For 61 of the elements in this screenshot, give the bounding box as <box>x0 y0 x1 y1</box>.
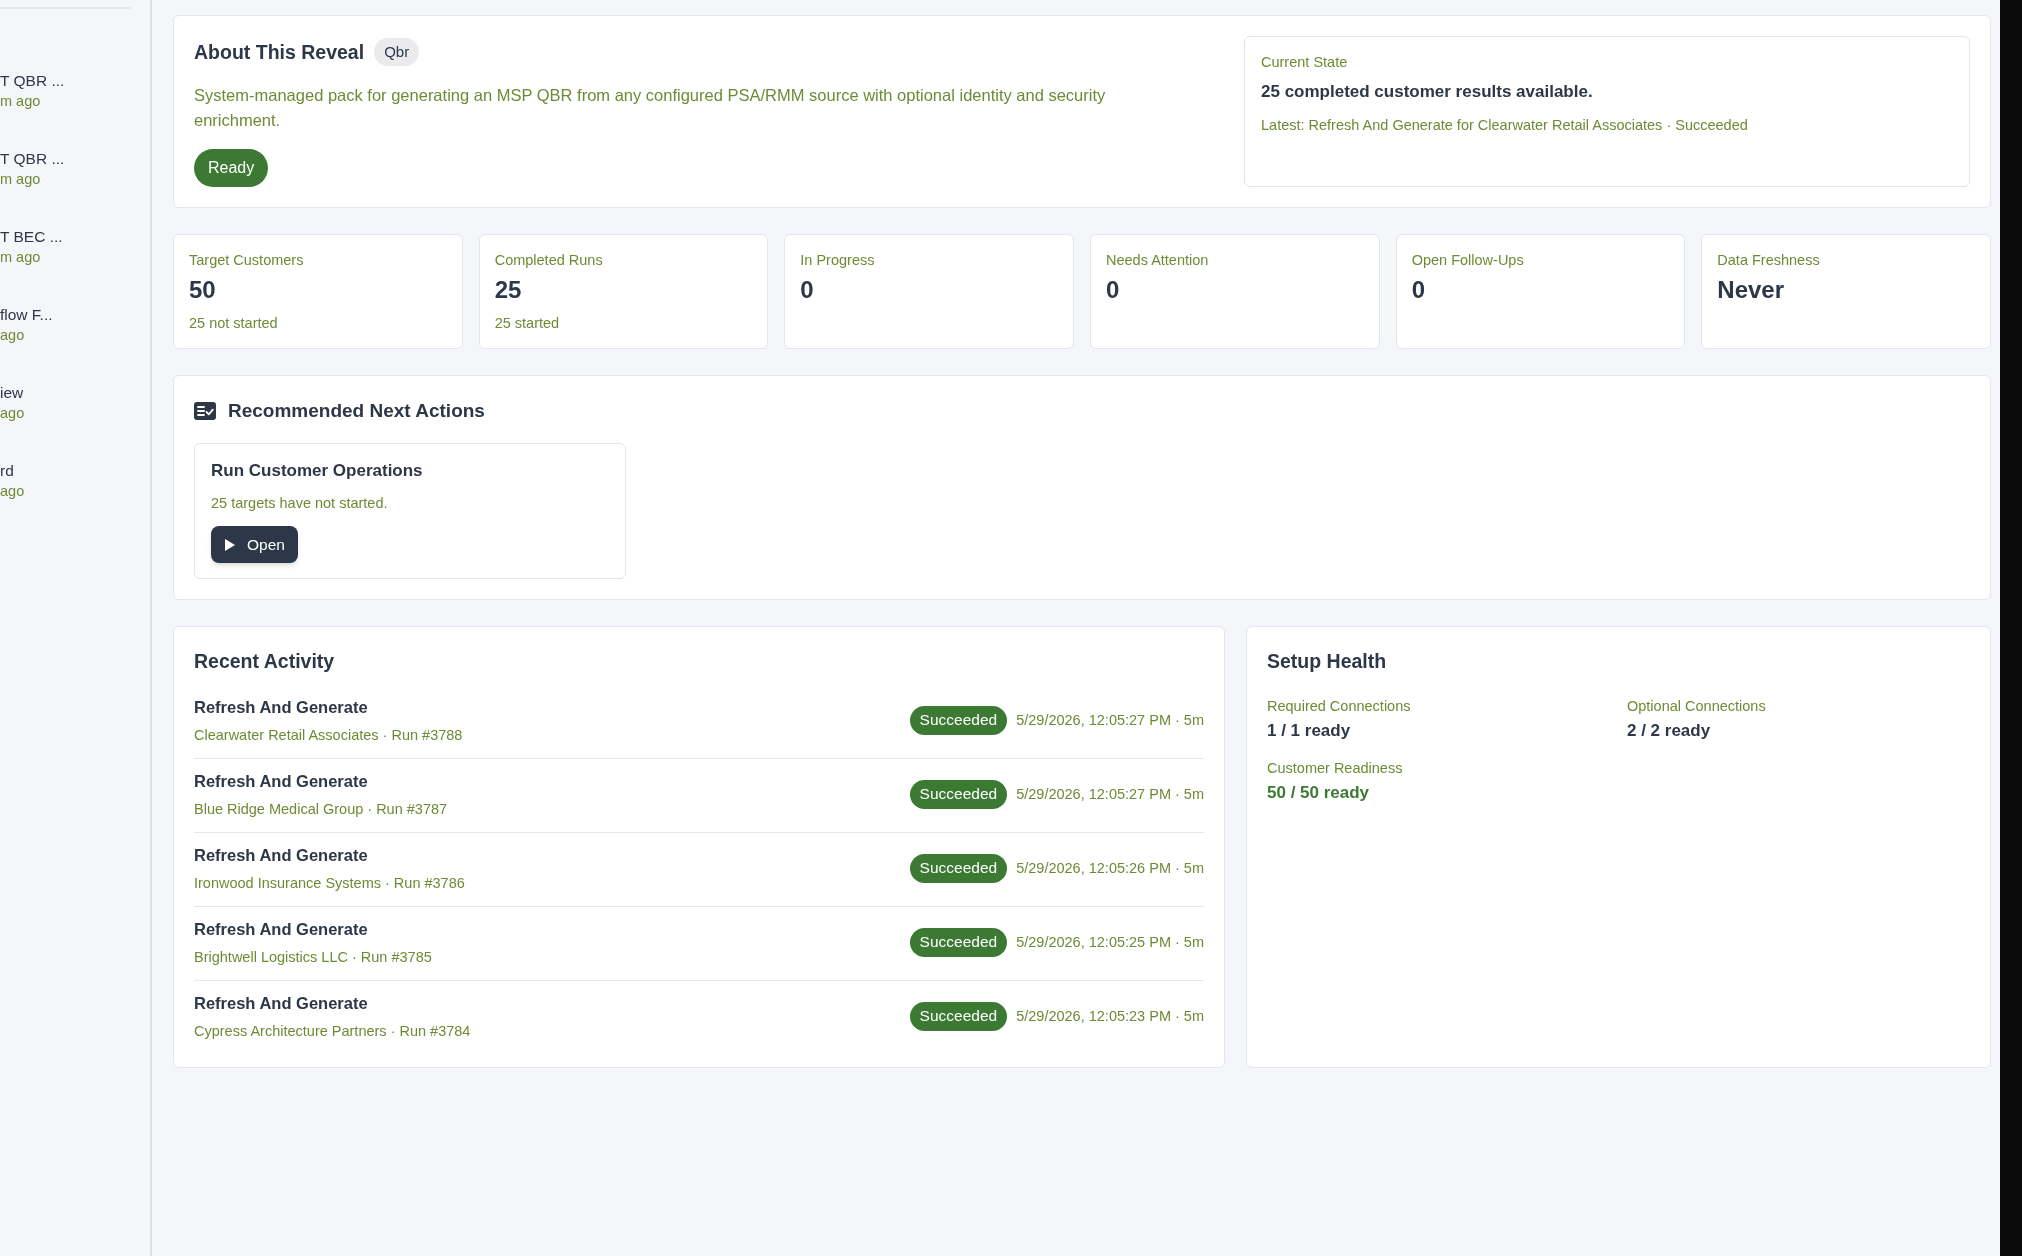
stat-value: 0 <box>1106 275 1121 305</box>
activity-timestamp: 5/29/2026, 12:05:27 PM · 5m <box>1016 785 1204 804</box>
activity-timestamp: 5/29/2026, 12:05:25 PM · 5m <box>1016 933 1204 952</box>
stat-value: 0 <box>800 275 815 305</box>
activity-title: Refresh And Generate <box>194 771 369 792</box>
stat-label: In Progress <box>800 251 876 270</box>
status-badge: Succeeded <box>909 779 1008 809</box>
sidebar-item[interactable]: rd ago <box>0 461 150 501</box>
status-badge: Succeeded <box>909 927 1008 957</box>
activity-title: Refresh And Generate <box>194 697 369 718</box>
latest-run-text: Latest: Refresh And Generate for Clearwater Retail Associates · Succeeded <box>1261 116 1749 135</box>
metric-value: 2 / 2 ready <box>1627 720 1712 742</box>
stat-value: 25 <box>494 275 523 305</box>
action-title: Run Customer Operations <box>211 460 424 482</box>
description-text: System-managed pack for generating an MSP QBR from any configured PSA/RMM source with optional identity and security enrichment. <box>194 85 1107 131</box>
sidebar-item[interactable]: T BEC ... m ago <box>0 227 150 267</box>
status-badge: Succeeded <box>909 1001 1008 1031</box>
status-badge: Ready <box>194 149 269 187</box>
activity-subtitle: Clearwater Retail Associates · Run #3788 <box>194 726 463 745</box>
section-title: Recent Activity <box>194 649 336 674</box>
state-headline: 25 completed customer results available. <box>1261 81 1594 103</box>
metric-value: 1 / 1 ready <box>1267 720 1352 742</box>
stat-label: Open Follow-Ups <box>1411 251 1525 270</box>
section-title: Setup Health <box>1267 649 1388 674</box>
open-button[interactable]: Open <box>211 526 298 563</box>
sidebar-item[interactable]: iew ago <box>0 383 150 423</box>
stat-value: Never <box>1717 275 1786 305</box>
activity-timestamp: 5/29/2026, 12:05:27 PM · 5m <box>1016 711 1204 730</box>
activity-title: Refresh And Generate <box>194 919 369 940</box>
stat-label: Data Freshness <box>1717 251 1821 270</box>
stat-value: 50 <box>189 275 217 305</box>
activity-subtitle: Blue Ridge Medical Group · Run #3787 <box>194 800 448 819</box>
activity-subtitle: Ironwood Insurance Systems · Run #3786 <box>194 874 465 893</box>
metric-label: Optional Connections <box>1627 697 1767 716</box>
action-description: 25 targets have not started. <box>211 494 389 513</box>
sidebar-item[interactable]: T QBR ... m ago <box>0 149 150 189</box>
activity-timestamp: 5/29/2026, 12:05:26 PM · 5m <box>1016 859 1204 878</box>
stat-value: 0 <box>1411 275 1426 305</box>
checklist-icon <box>194 402 216 420</box>
metric-value: 50 / 50 ready <box>1267 782 1371 804</box>
status-badge: Succeeded <box>909 705 1008 735</box>
tag-badge: Qbr <box>374 38 420 66</box>
activity-title: Refresh And Generate <box>194 845 369 866</box>
activity-timestamp: 5/29/2026, 12:05:23 PM · 5m <box>1016 1007 1204 1026</box>
sidebar-item[interactable]: flow F... ago <box>0 305 150 345</box>
stat-detail: 25 started <box>494 314 561 333</box>
section-title: Recommended Next Actions <box>228 399 485 423</box>
status-badge: Succeeded <box>909 853 1008 883</box>
activity-subtitle: Cypress Architecture Partners · Run #3784 <box>194 1022 471 1041</box>
state-label: Current State <box>1261 53 1349 72</box>
section-title: About This Reveal <box>194 40 365 65</box>
metric-label: Required Connections <box>1267 697 1412 716</box>
sidebar-item[interactable]: T QBR ... m ago <box>0 71 150 111</box>
stat-label: Needs Attention <box>1106 251 1210 270</box>
play-icon <box>225 538 235 551</box>
metric-label: Customer Readiness <box>1267 759 1404 778</box>
activity-subtitle: Brightwell Logistics LLC · Run #3785 <box>194 948 432 967</box>
stat-label: Completed Runs <box>494 251 604 270</box>
stat-detail: 25 not started <box>189 314 279 333</box>
stat-label: Target Customers <box>189 251 305 270</box>
activity-title: Refresh And Generate <box>194 993 369 1014</box>
